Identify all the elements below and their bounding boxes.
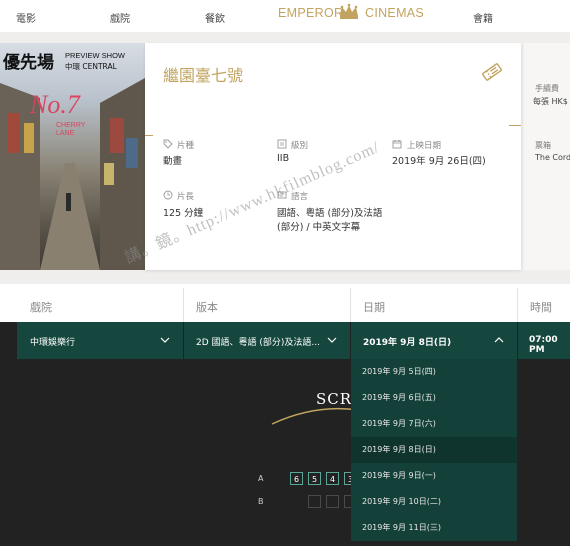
svg-text:LANE: LANE [56, 130, 75, 137]
rating-label: 級別 [291, 141, 309, 151]
date-option[interactable]: 2019年 9月 7日(六) [351, 411, 517, 437]
genre-label: 片種 [177, 141, 195, 151]
rating-icon [277, 139, 287, 149]
header-divider [350, 288, 351, 322]
svg-text:No.7: No.7 [29, 90, 81, 119]
card-divider-left [145, 135, 153, 136]
date-option[interactable]: 2019年 9月 5日(四) [351, 359, 517, 385]
date-header: 日期 [363, 301, 385, 314]
nav-item-dining[interactable]: 餐飲 [205, 10, 225, 25]
header-divider [517, 288, 518, 322]
fee-value: 每張 HK$ [533, 97, 568, 106]
seat[interactable]: 5 [308, 472, 321, 485]
movie-poster: No.7 CHERRY LANE [0, 43, 145, 270]
date-option-selected[interactable]: 2019年 9月 8日(日) [351, 437, 517, 463]
chevron-down-icon [327, 337, 337, 343]
date-option[interactable]: 2019年 9月 11日(三) [351, 515, 517, 541]
nav-item-movies[interactable]: 電影 [16, 10, 36, 25]
venue-label: 票箱 [535, 141, 551, 150]
seat[interactable]: 6 [290, 472, 303, 485]
preview-badge-title: 優先場 [3, 53, 54, 73]
version-header: 版本 [196, 301, 218, 314]
svg-text:CHERRY: CHERRY [56, 122, 86, 129]
date-dropdown-value: 2019年 9月 8日(日) [363, 338, 452, 348]
venue-value: The Cord [535, 153, 570, 162]
clock-icon [163, 190, 173, 200]
ticket-icon[interactable] [480, 60, 504, 84]
row-label-a: A [258, 474, 264, 483]
preview-badge-english: PREVIEW SHOW [65, 51, 126, 60]
row-label-b: B [258, 497, 264, 506]
movie-title: 繼園臺七號 [163, 66, 244, 85]
version-dropdown-value: 2D 國語、粵語 (部分)及法語... [196, 338, 320, 348]
cinema-dropdown-value: 中環娛樂行 [30, 338, 76, 348]
header-divider [183, 288, 184, 322]
date-option[interactable]: 2019年 9月 9日(一) [351, 463, 517, 489]
time-dropdown-value: 07:00 PM [529, 335, 558, 355]
rating-value: IIB [277, 153, 290, 164]
fee-label: 手續費 [535, 84, 559, 93]
cinema-header: 戲院 [30, 301, 52, 314]
brand-text-emperor[interactable]: EMPEROR [278, 6, 343, 20]
crown-logo-icon [340, 3, 358, 19]
date-option[interactable]: 2019年 9月 6日(五) [351, 385, 517, 411]
chevron-up-icon [494, 337, 504, 343]
card-divider-right [509, 125, 521, 126]
language-value-line2: (部分) / 中英文字幕 [277, 222, 361, 233]
tag-icon [163, 139, 173, 149]
preview-badge-location: 中環 CENTRAL [65, 62, 117, 71]
genre-value: 動畫 [163, 156, 183, 167]
nav-item-membership[interactable]: 會籍 [473, 10, 493, 25]
time-header: 時間 [530, 301, 552, 314]
seat[interactable]: 4 [326, 472, 339, 485]
selector-header-row [0, 284, 570, 322]
screen-arc [271, 407, 359, 425]
nav-item-cinemas[interactable]: 戲院 [110, 10, 130, 25]
top-nav: 電影 戲院 餐飲 EMPEROR CINEMAS 會籍 [0, 0, 570, 32]
brand-text-cinemas[interactable]: CINEMAS [365, 6, 424, 20]
release-label: 上映日期 [407, 141, 442, 151]
runtime-label: 片長 [177, 192, 195, 202]
calendar-icon [392, 140, 402, 149]
release-value: 2019年 9月 26日(四) [392, 156, 486, 167]
chevron-down-icon [160, 337, 170, 343]
date-option[interactable]: 2019年 9月 10日(二) [351, 489, 517, 515]
seat[interactable] [326, 495, 339, 508]
poster-art: No.7 CHERRY LANE [0, 78, 145, 270]
seat[interactable] [308, 495, 321, 508]
language-value-line1: 國語、粵語 (部分)及法語 [277, 208, 383, 219]
